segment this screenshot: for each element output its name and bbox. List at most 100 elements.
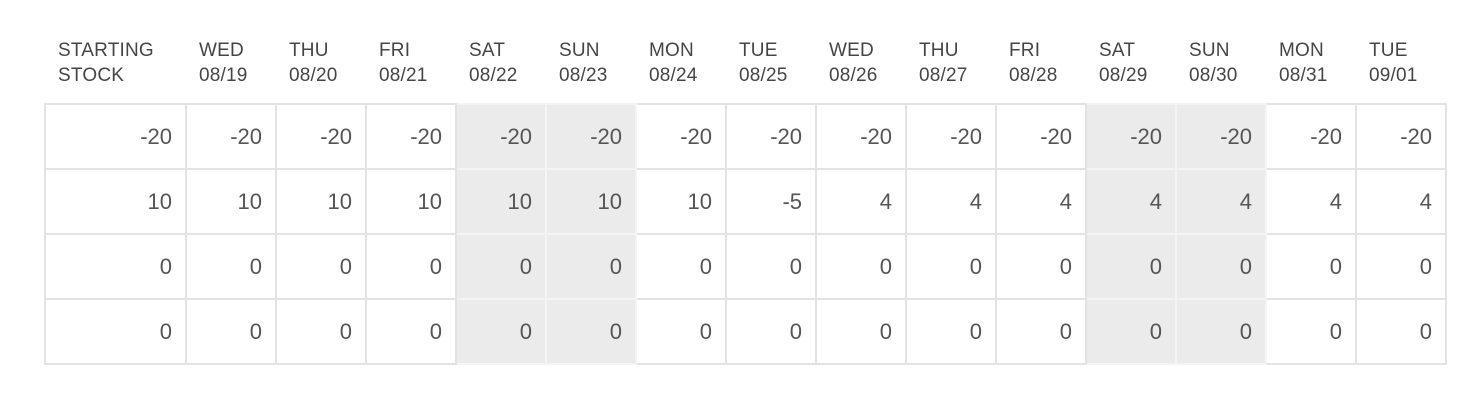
stock-cell[interactable]: 0 xyxy=(545,298,637,365)
column-header-label: SUN xyxy=(1189,40,1230,61)
column-header: TUE 08/25 xyxy=(725,38,815,98)
stock-cell[interactable]: 0 xyxy=(275,298,367,365)
column-header-sublabel: 08/19 xyxy=(199,65,248,86)
stock-cell[interactable]: 4 xyxy=(1265,168,1357,235)
stock-cell[interactable]: 0 xyxy=(995,233,1087,300)
column-header-label: FRI xyxy=(1009,40,1041,61)
stock-cell[interactable]: 0 xyxy=(1175,233,1267,300)
column-header-sublabel: 08/28 xyxy=(1009,65,1058,86)
column-header-label: FRI xyxy=(379,40,411,61)
stock-cell[interactable]: 0 xyxy=(545,233,637,300)
stock-cell[interactable]: 10 xyxy=(365,168,457,235)
stock-cell[interactable]: 10 xyxy=(545,168,637,235)
stock-cell[interactable]: -20 xyxy=(1085,103,1177,170)
stock-cell[interactable]: 0 xyxy=(44,298,187,365)
column-header: STARTING STOCK xyxy=(44,38,185,98)
stock-cell[interactable]: 0 xyxy=(365,233,457,300)
stock-cell[interactable]: 4 xyxy=(815,168,907,235)
stock-cell[interactable]: 4 xyxy=(1355,168,1447,235)
column-header-label: MON xyxy=(1279,40,1324,61)
stock-cell[interactable]: 0 xyxy=(635,233,727,300)
stock-cell[interactable]: 4 xyxy=(1175,168,1267,235)
column-header-label: TUE xyxy=(1369,40,1408,61)
column-header-label: THU xyxy=(919,40,959,61)
stock-cell[interactable]: -20 xyxy=(545,103,637,170)
column-header-label: SAT xyxy=(469,40,506,61)
stock-cell[interactable]: -20 xyxy=(365,103,457,170)
column-header: MON 08/24 xyxy=(635,38,725,98)
stock-cell[interactable]: 0 xyxy=(1355,233,1447,300)
stock-cell[interactable]: 10 xyxy=(185,168,277,235)
column-header: SAT 08/29 xyxy=(1085,38,1175,98)
stock-cell[interactable]: 0 xyxy=(635,298,727,365)
stock-cell[interactable]: 0 xyxy=(455,298,547,365)
grid-body: -20 -20 -20 -20 -20 -20 -20 -20 -20 -20 -20 -20 -20-… xyxy=(44,103,1447,365)
stock-cell[interactable]: -20 xyxy=(455,103,547,170)
stock-cell[interactable]: -5 xyxy=(725,168,817,235)
column-header-sublabel: STOCK xyxy=(58,65,125,86)
column-header-label: MON xyxy=(649,40,694,61)
column-header: MON 08/31 xyxy=(1265,38,1355,98)
column-header-label: WED xyxy=(199,40,244,61)
stock-cell[interactable]: 10 xyxy=(44,168,187,235)
table-row: 10 10 10 10 10 10 10 -5 4 4 4 4 4 4 4 xyxy=(44,168,1447,235)
stock-cell[interactable]: 0 xyxy=(185,298,277,365)
stock-cell[interactable]: 0 xyxy=(815,233,907,300)
column-header-sublabel: 08/30 xyxy=(1189,65,1238,86)
stock-cell[interactable]: 4 xyxy=(1085,168,1177,235)
column-header-sublabel: 08/25 xyxy=(739,65,788,86)
stock-cell[interactable]: 0 xyxy=(275,233,367,300)
stock-cell[interactable]: 4 xyxy=(905,168,997,235)
stock-cell[interactable]: 0 xyxy=(995,298,1087,365)
stock-cell[interactable]: 0 xyxy=(1355,298,1447,365)
column-header: SUN 08/23 xyxy=(545,38,635,98)
column-header-label: THU xyxy=(289,40,329,61)
column-header-label: WED xyxy=(829,40,874,61)
column-header: SAT 08/22 xyxy=(455,38,545,98)
stock-cell[interactable]: 10 xyxy=(455,168,547,235)
stock-cell[interactable]: 0 xyxy=(365,298,457,365)
stock-cell[interactable]: -20 xyxy=(275,103,367,170)
column-header-label: SUN xyxy=(559,40,600,61)
stock-cell[interactable]: 0 xyxy=(1175,298,1267,365)
stock-cell[interactable]: 0 xyxy=(1265,298,1357,365)
stock-cell[interactable]: 0 xyxy=(815,298,907,365)
stock-cell[interactable]: 0 xyxy=(44,233,187,300)
stock-cell[interactable]: -20 xyxy=(905,103,997,170)
stock-cell[interactable]: -20 xyxy=(725,103,817,170)
stock-cell[interactable]: 0 xyxy=(725,298,817,365)
column-header: WED 08/26 xyxy=(815,38,905,98)
stock-cell[interactable]: -20 xyxy=(995,103,1087,170)
stock-cell[interactable]: 0 xyxy=(725,233,817,300)
stock-cell[interactable]: -20 xyxy=(815,103,907,170)
stock-cell[interactable]: -20 xyxy=(635,103,727,170)
column-header-sublabel: 08/26 xyxy=(829,65,878,86)
stock-cell[interactable]: 0 xyxy=(1085,298,1177,365)
table-row: 000000000000000 xyxy=(44,298,1447,365)
stock-cell[interactable]: -20 xyxy=(185,103,277,170)
stock-cell[interactable]: 0 xyxy=(455,233,547,300)
stock-cell[interactable]: -20 xyxy=(1265,103,1357,170)
stock-cell[interactable]: 0 xyxy=(1265,233,1357,300)
stock-cell[interactable]: -20 xyxy=(1175,103,1267,170)
column-header: SUN 08/30 xyxy=(1175,38,1265,98)
column-header-sublabel: 08/20 xyxy=(289,65,338,86)
column-header-sublabel: 08/22 xyxy=(469,65,518,86)
stock-cell[interactable]: -20 xyxy=(44,103,187,170)
column-header-label: STARTING xyxy=(58,40,154,61)
column-header: TUE 09/01 xyxy=(1355,38,1445,98)
column-header: WED 08/19 xyxy=(185,38,275,98)
column-header-sublabel: 08/24 xyxy=(649,65,698,86)
stock-cell[interactable]: 0 xyxy=(185,233,277,300)
stock-cell[interactable]: 0 xyxy=(905,298,997,365)
table-row: 000000000000000 xyxy=(44,233,1447,300)
stock-cell[interactable]: -20 xyxy=(1355,103,1447,170)
column-header: FRI 08/21 xyxy=(365,38,455,98)
column-header-sublabel: 09/01 xyxy=(1369,65,1418,86)
stock-cell[interactable]: 0 xyxy=(905,233,997,300)
stock-cell[interactable]: 0 xyxy=(1085,233,1177,300)
stock-cell[interactable]: 10 xyxy=(275,168,367,235)
stock-cell[interactable]: 4 xyxy=(995,168,1087,235)
column-header: THU 08/20 xyxy=(275,38,365,98)
stock-cell[interactable]: 10 xyxy=(635,168,727,235)
